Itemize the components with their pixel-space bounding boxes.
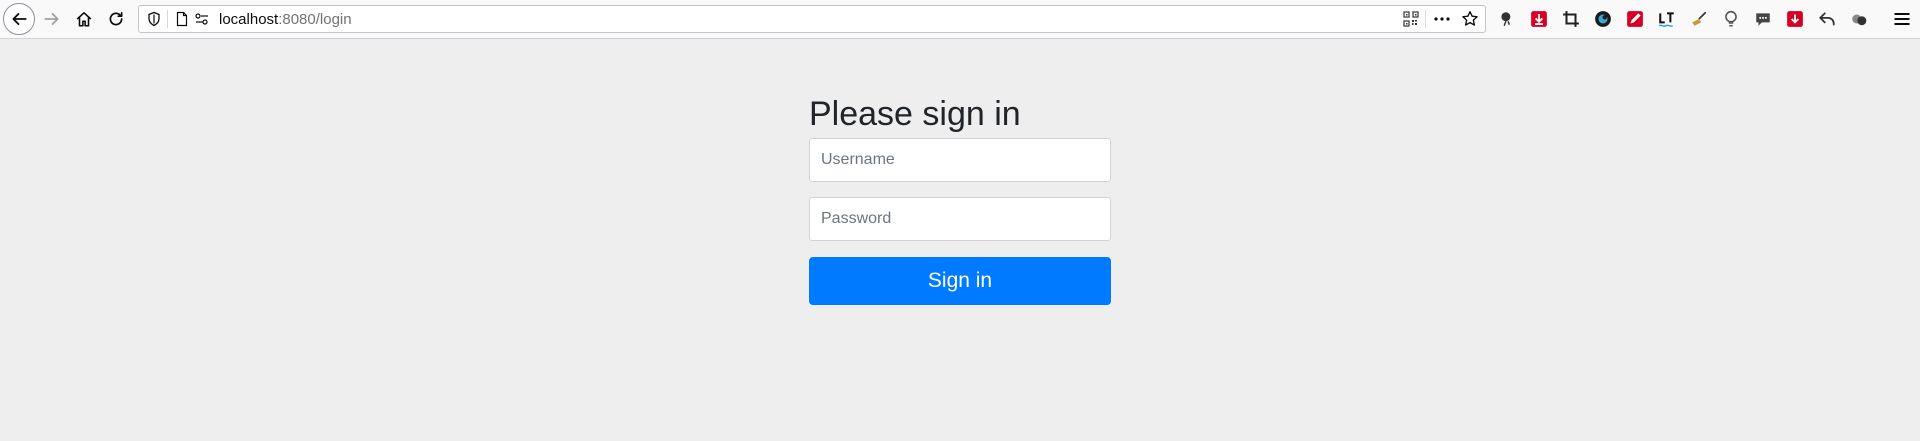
username-input[interactable] <box>809 138 1111 182</box>
url-host: localhost <box>219 11 279 28</box>
qr-code-icon[interactable] <box>1403 11 1419 27</box>
bookmark-star-icon[interactable] <box>1461 10 1479 28</box>
url-divider <box>167 10 168 28</box>
sign-in-button[interactable]: Sign in <box>809 257 1111 305</box>
url-divider-right <box>1425 10 1426 28</box>
crop-ext-icon[interactable] <box>1561 9 1581 29</box>
browser-toolbar: localhost:8080/login <box>0 0 1920 39</box>
languagetool-ext-icon[interactable] <box>1657 9 1677 29</box>
back-arrow-icon <box>12 13 27 25</box>
pocket-ext-icon[interactable] <box>1785 9 1805 29</box>
page-title: Please sign in <box>809 95 1021 133</box>
home-icon <box>76 12 92 27</box>
users-ext-icon[interactable] <box>1849 9 1869 29</box>
reload-icon <box>109 11 123 26</box>
undo-ext-icon[interactable] <box>1817 9 1837 29</box>
permissions-icon[interactable] <box>194 11 210 27</box>
chat-ext-icon[interactable] <box>1753 9 1773 29</box>
pen-ext-icon[interactable] <box>1625 9 1645 29</box>
url-text[interactable]: localhost:8080/login <box>219 11 352 28</box>
reload-button[interactable] <box>100 3 132 35</box>
url-path: :8080/login <box>278 11 352 28</box>
broom-ext-icon[interactable] <box>1689 9 1709 29</box>
password-input[interactable] <box>809 197 1111 241</box>
address-bar[interactable]: localhost:8080/login <box>138 5 1486 33</box>
weather-ext-icon[interactable] <box>1497 9 1517 29</box>
forward-button[interactable] <box>36 3 68 35</box>
tracking-shield-icon[interactable] <box>146 11 162 27</box>
back-button[interactable] <box>3 3 35 35</box>
bulb-ext-icon[interactable] <box>1721 9 1741 29</box>
dark-mode-ext-icon[interactable] <box>1593 9 1613 29</box>
page-actions-more-icon[interactable] <box>1431 11 1453 27</box>
hamburger-menu-icon[interactable] <box>1892 9 1912 29</box>
download-ext-icon[interactable] <box>1529 9 1549 29</box>
login-form: Please sign in Sign in <box>809 92 1111 305</box>
home-button[interactable] <box>68 3 100 35</box>
page-info-icon[interactable] <box>174 11 190 27</box>
forward-arrow-icon <box>44 13 59 25</box>
